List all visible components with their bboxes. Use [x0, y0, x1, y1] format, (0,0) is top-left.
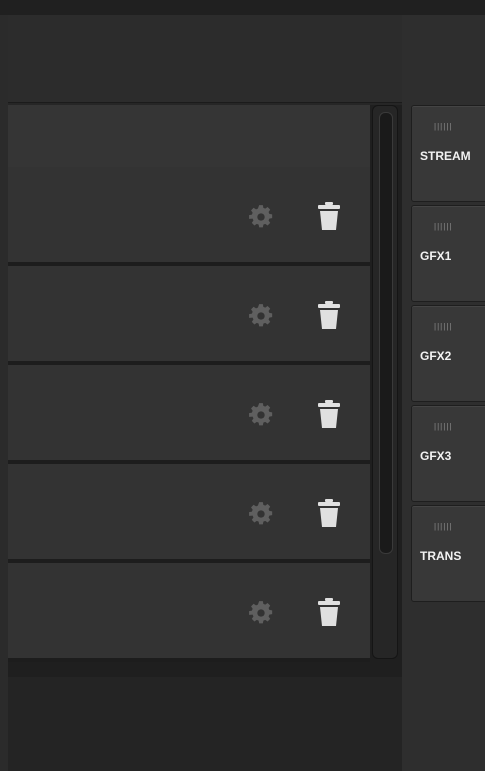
sidebar: |||||| STREAM |||||| GFX1 |||||| GFX2 ||…	[402, 15, 485, 771]
gear-icon[interactable]	[248, 600, 274, 626]
list-item[interactable]	[8, 365, 370, 464]
scrollbar-track[interactable]	[372, 105, 398, 659]
bottom-area	[8, 677, 402, 771]
trash-icon[interactable]	[318, 202, 340, 230]
gear-icon[interactable]	[248, 501, 274, 527]
trash-icon[interactable]	[318, 499, 340, 527]
drag-handle-icon[interactable]: ||||||	[434, 422, 452, 431]
main-panel	[8, 15, 402, 771]
list-item[interactable]	[8, 266, 370, 365]
gear-icon[interactable]	[248, 402, 274, 428]
gfx3-label: GFX3	[420, 449, 452, 463]
panel-header	[8, 15, 402, 103]
top-bar	[0, 0, 485, 15]
drag-handle-icon[interactable]: ||||||	[434, 522, 452, 531]
gfx1-button[interactable]: |||||| GFX1	[411, 205, 485, 302]
list-item[interactable]	[8, 464, 370, 563]
gfx2-label: GFX2	[420, 349, 452, 363]
stream-button[interactable]: |||||| STREAM	[411, 105, 485, 202]
scrollbar-thumb[interactable]	[379, 112, 393, 554]
trash-icon[interactable]	[318, 301, 340, 329]
trans-label: TRANS	[420, 549, 462, 563]
gfx3-button[interactable]: |||||| GFX3	[411, 405, 485, 502]
trans-button[interactable]: |||||| TRANS	[411, 505, 485, 602]
drag-handle-icon[interactable]: ||||||	[434, 322, 452, 331]
trash-icon[interactable]	[318, 400, 340, 428]
trash-icon[interactable]	[318, 598, 340, 626]
drag-handle-icon[interactable]: ||||||	[434, 222, 452, 231]
gear-icon[interactable]	[248, 303, 274, 329]
gfx1-label: GFX1	[420, 249, 452, 263]
list-item[interactable]	[8, 563, 370, 662]
gear-icon[interactable]	[248, 204, 274, 230]
list-item[interactable]	[8, 167, 370, 266]
gfx2-button[interactable]: |||||| GFX2	[411, 305, 485, 402]
stream-label: STREAM	[420, 149, 471, 163]
drag-handle-icon[interactable]: ||||||	[434, 122, 452, 131]
list-header	[8, 105, 370, 167]
source-list	[8, 105, 402, 677]
